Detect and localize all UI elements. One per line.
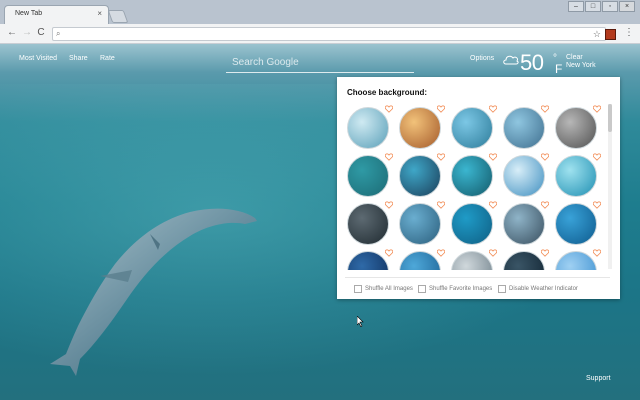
favorite-heart-icon[interactable] [385,153,393,161]
cloud-icon [503,55,519,65]
favorite-heart-icon[interactable] [489,105,497,113]
most-visited-link[interactable]: Most Visited [19,55,57,62]
shuffle-favorites-label: Shuffle Favorite Images [429,286,493,292]
background-thumbnail[interactable] [347,203,389,245]
temperature-unit: F [555,62,563,76]
disable-weather-option[interactable]: Disable Weather Indicator [498,285,578,293]
tab-title: New Tab [15,10,43,17]
browser-toolbar: ← → C ⌕ ☆ ⋮ [0,24,640,44]
favorite-heart-icon[interactable] [437,249,445,257]
shuffle-all-checkbox[interactable] [354,285,362,293]
background-thumbnail[interactable] [503,203,545,245]
menu-icon[interactable]: ⋮ [624,27,634,39]
favorite-heart-icon[interactable] [489,249,497,257]
weather-details: Clear New York [566,54,596,70]
background-thumbnail[interactable] [451,107,493,149]
rate-link[interactable]: Rate [100,55,115,62]
search-input[interactable] [230,54,414,70]
favorite-heart-icon[interactable] [437,105,445,113]
favorite-heart-icon[interactable] [437,201,445,209]
background-thumbnail[interactable] [451,203,493,245]
background-thumbnail[interactable] [555,251,597,270]
background-thumbnail[interactable] [555,155,597,197]
favorite-heart-icon[interactable] [593,201,601,209]
restore-icon[interactable]: □ [585,1,601,12]
favorite-heart-icon[interactable] [385,201,393,209]
favorite-heart-icon[interactable] [385,105,393,113]
options-link[interactable]: Options [470,55,494,62]
shuffle-all-option[interactable]: Shuffle All Images [354,285,413,293]
background-chooser-panel: Choose background: Shuffle All Images Sh… [337,77,620,299]
forward-button[interactable]: → [21,26,33,40]
close-window-icon[interactable]: × [619,1,635,12]
mouse-cursor-icon [357,316,364,327]
reload-button[interactable]: C [35,26,47,40]
search-box [226,52,414,73]
weather-condition: Clear [566,54,583,61]
background-thumbnail[interactable] [503,155,545,197]
shuffle-favorites-option[interactable]: Shuffle Favorite Images [418,285,492,293]
favorite-heart-icon[interactable] [437,153,445,161]
shuffle-all-label: Shuffle All Images [365,286,413,292]
bookmark-star-icon[interactable]: ☆ [593,28,601,40]
favorite-heart-icon[interactable] [593,105,601,113]
temperature: 50 [520,50,544,75]
background-thumbnail[interactable] [347,107,389,149]
scrollbar-thumb[interactable] [608,104,612,132]
favorite-heart-icon[interactable] [541,249,549,257]
new-tab-button[interactable] [107,10,129,23]
address-bar[interactable]: ⌕ ☆ [52,27,606,41]
favorite-heart-icon[interactable] [489,153,497,161]
disable-weather-label: Disable Weather Indicator [509,286,578,292]
user-icon[interactable]: ◦ [602,1,618,12]
favorite-heart-icon[interactable] [541,201,549,209]
shuffle-favorites-checkbox[interactable] [418,285,426,293]
minimize-icon[interactable]: – [568,1,584,12]
divider [345,277,610,278]
back-button[interactable]: ← [6,26,18,40]
favorite-heart-icon[interactable] [489,201,497,209]
tab-new-tab[interactable]: New Tab × [4,5,109,25]
background-thumbnail[interactable] [399,107,441,149]
background-thumbnail[interactable] [399,251,441,270]
background-thumbnail[interactable] [399,155,441,197]
favorite-heart-icon[interactable] [541,153,549,161]
background-thumbnail[interactable] [503,107,545,149]
background-thumbnail[interactable] [451,155,493,197]
background-thumbnail[interactable] [347,251,389,270]
support-link[interactable]: Support [586,375,611,382]
background-thumbnail[interactable] [503,251,545,270]
dolphin-image [50,208,257,376]
thumbnail-grid [345,105,607,270]
extension-icon[interactable] [605,29,616,40]
share-link[interactable]: Share [69,55,88,62]
tab-strip: New Tab × – □ ◦ × [0,0,640,25]
favorite-heart-icon[interactable] [541,105,549,113]
background-thumbnail[interactable] [347,155,389,197]
favorite-heart-icon[interactable] [385,249,393,257]
panel-title: Choose background: [347,88,428,97]
search-icon: ⌕ [56,29,61,38]
weather-location: New York [566,62,596,69]
tab-close-icon[interactable]: × [97,9,102,18]
background-thumbnail[interactable] [555,203,597,245]
background-thumbnail[interactable] [451,251,493,270]
favorite-heart-icon[interactable] [593,153,601,161]
background-thumbnail[interactable] [399,203,441,245]
disable-weather-checkbox[interactable] [498,285,506,293]
favorite-heart-icon[interactable] [593,249,601,257]
background-thumbnail[interactable] [555,107,597,149]
